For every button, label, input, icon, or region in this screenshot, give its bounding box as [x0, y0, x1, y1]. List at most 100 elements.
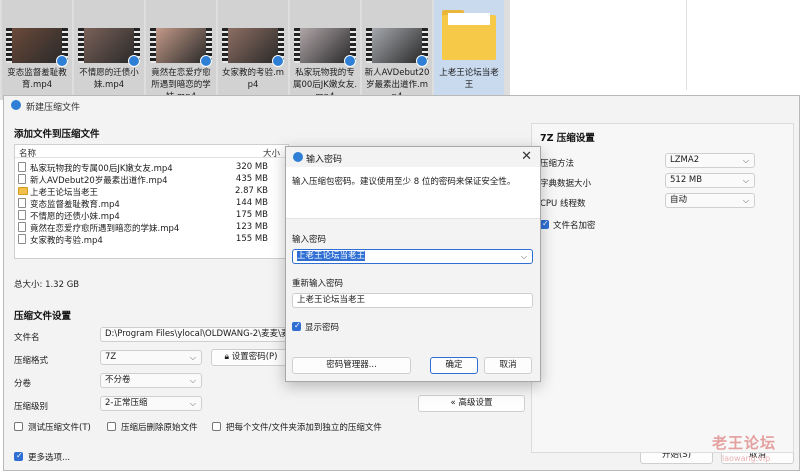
test-archive-checkbox[interactable] — [14, 422, 23, 431]
7z-settings-panel: 7Z 压缩设置 压缩方法 LZMA2 ⌵ 字典数据大小 512 MB ⌵ CPU 线… — [531, 123, 794, 453]
password-dialog-titlebar[interactable]: 输入密码 ✕ — [286, 147, 540, 167]
password-input[interactable]: 上老王论坛当老王 ⌵ — [292, 249, 533, 264]
sync-badge-icon — [200, 55, 212, 67]
file-size: 2.87 KB — [234, 186, 268, 196]
folder-tile[interactable]: 上老王论坛当老王 — [434, 0, 504, 100]
more-options-checkbox[interactable] — [14, 451, 23, 461]
more-options-link[interactable]: 更多选项... — [28, 451, 70, 463]
dialog-title: 新建压缩文件 — [26, 103, 81, 113]
list-item[interactable]: 竟然在恋爱疗愈所遇到暗恋的学妹.mp4 123 MB — [15, 221, 288, 234]
confirm-password-input[interactable]: 上老王论坛当老王 — [292, 293, 533, 308]
format-label: 压缩格式 — [14, 356, 49, 366]
confirm-password-label: 重新输入密码 — [292, 279, 344, 289]
test-archive-label: 测试压缩文件(T) — [28, 423, 91, 433]
folder-name: 上老王论坛当老王 — [439, 68, 499, 90]
file-explorer: 变态监督羞耻教育.mp4 不情愿的迁债小妹.mp4 竟然在恋爱疗愈所遇到暗恋的学… — [0, 0, 800, 102]
show-password-checkbox[interactable] — [292, 321, 301, 331]
encrypt-filenames-label: 文件名加密 — [553, 221, 596, 231]
add-files-title: 添加文件到压缩文件 — [14, 129, 100, 140]
file-list[interactable]: 名称 大小 私家玩物我的专属00后JK嫩女友.mp4 320 MB 新人AVDeb… — [14, 144, 289, 259]
dictionary-label: 字典数据大小 — [540, 179, 592, 189]
dialog-titlebar[interactable]: 新建压缩文件 — [4, 96, 799, 114]
file-name: 女家教的考验.mp4 — [30, 236, 103, 246]
filename-input[interactable]: D:\Program Files\ylocal\OLDWANG-2\麦麦\麦 — [100, 327, 315, 342]
method-select[interactable]: LZMA2 ⌵ — [665, 153, 755, 168]
cpu-threads-value: 自动 — [670, 195, 688, 205]
list-item[interactable]: 新人AVDebut20岁最素出道作.mp4 435 MB — [15, 173, 288, 186]
password-instruction: 输入压缩包密码。建议使用至少 8 位的密码来保证安全性。 — [292, 177, 516, 187]
file-size: 123 MB — [235, 222, 268, 232]
column-size[interactable]: 大小 — [263, 147, 280, 159]
show-password-label: 显示密码 — [305, 323, 340, 333]
app-icon — [11, 100, 21, 110]
format-value: 7Z — [105, 352, 117, 362]
password-instruction-area: 输入压缩包密码。建议使用至少 8 位的密码来保证安全性。 — [286, 167, 540, 219]
settings-title: 压缩文件设置 — [14, 311, 72, 322]
file-tile[interactable]: 女家教的考验.mp4 — [218, 0, 288, 100]
file-icon — [18, 222, 26, 232]
file-tile[interactable]: 竟然在恋爱疗愈所遇到暗恋的学妹.mp4 — [146, 0, 216, 102]
dictionary-select[interactable]: 512 MB ⌵ — [665, 173, 755, 188]
password-label: 输入密码 — [292, 235, 327, 245]
chevron-down-icon: ⌵ — [189, 399, 196, 408]
set-password-button[interactable]: 🔒︎ 设置密码(P) — [211, 349, 291, 366]
file-name: 不情愿的迁债小妹.mp4 — [79, 68, 139, 90]
folder-icon — [18, 187, 28, 195]
split-select[interactable]: 不分卷 ⌵ — [100, 373, 202, 388]
delete-source-label: 压缩后删除原始文件 — [121, 423, 198, 433]
chevron-down-icon[interactable]: ⌵ — [521, 250, 527, 263]
cpu-threads-label: CPU 线程数 — [540, 199, 586, 209]
dictionary-value: 512 MB — [670, 175, 703, 185]
lock-icon: 🔒︎ — [224, 352, 232, 362]
file-icon — [18, 162, 26, 172]
method-value: LZMA2 — [670, 155, 700, 165]
explorer-side-pane — [686, 0, 800, 90]
close-icon[interactable]: ✕ — [521, 149, 532, 164]
sync-badge-icon — [416, 55, 428, 67]
sync-badge-icon — [128, 55, 140, 67]
ok-button[interactable]: 确定 — [430, 357, 478, 374]
column-name[interactable]: 名称 — [19, 147, 36, 159]
format-select[interactable]: 7Z ⌵ — [100, 350, 202, 365]
watermark-text: 老王论坛 — [712, 434, 777, 452]
list-item[interactable]: 变态监督羞耻教育.mp4 144 MB — [15, 197, 288, 210]
total-size: 总大小: 1.32 GB — [14, 280, 80, 290]
watermark-url: laowang.vip — [722, 454, 771, 463]
level-select[interactable]: 2-正常压缩 ⌵ — [100, 396, 202, 411]
sync-badge-icon — [56, 55, 68, 67]
file-tile[interactable]: 不情愿的迁债小妹.mp4 — [74, 0, 144, 100]
chevron-down-icon: ⌵ — [189, 376, 196, 385]
password-value: 上老王论坛当老王 — [297, 251, 366, 261]
file-tile[interactable]: 私家玩物我的专属00后JK嫩女友.mp4 — [290, 0, 360, 102]
sync-badge-icon — [272, 55, 284, 67]
password-manager-button[interactable]: 密码管理器... — [292, 357, 411, 374]
file-tile[interactable]: 新人AVDebut20岁最素出道作.mp4 — [362, 0, 432, 102]
app-icon — [293, 152, 303, 162]
encrypt-filenames-checkbox[interactable] — [540, 219, 549, 229]
file-list-header: 名称 大小 — [15, 145, 288, 159]
advanced-settings-button[interactable]: « 高级设置 — [418, 395, 525, 412]
file-size: 155 MB — [235, 234, 268, 244]
list-item[interactable]: 私家玩物我的专属00后JK嫩女友.mp4 320 MB — [15, 161, 288, 174]
password-cancel-button[interactable]: 取消 — [484, 357, 532, 374]
filename-label: 文件名 — [14, 333, 40, 343]
method-label: 压缩方法 — [540, 159, 575, 169]
file-icon — [18, 210, 26, 220]
file-icon — [18, 198, 26, 208]
list-item[interactable]: 上老王论坛当老王 2.87 KB — [15, 185, 288, 198]
separate-archives-label: 把每个文件/文件夹添加到独立的压缩文件 — [226, 423, 382, 433]
file-icon — [18, 234, 26, 244]
list-item[interactable]: 女家教的考验.mp4 155 MB — [15, 233, 288, 246]
file-size: 144 MB — [235, 198, 268, 208]
list-item[interactable]: 不情愿的还债小妹.mp4 175 MB — [15, 209, 288, 222]
delete-source-checkbox[interactable] — [107, 422, 116, 431]
file-tile[interactable]: 变态监督羞耻教育.mp4 — [2, 0, 72, 100]
password-dialog-title: 输入密码 — [306, 155, 343, 165]
separate-archives-checkbox[interactable] — [212, 422, 221, 431]
watermark-logo: 老王论坛 laowang.vip — [712, 432, 798, 468]
split-label: 分卷 — [14, 379, 32, 389]
file-size: 175 MB — [235, 210, 268, 220]
cpu-threads-select[interactable]: 自动 ⌵ — [665, 193, 755, 208]
file-name: 女家教的考验.mp4 — [222, 68, 284, 90]
level-label: 压缩级别 — [14, 402, 49, 412]
